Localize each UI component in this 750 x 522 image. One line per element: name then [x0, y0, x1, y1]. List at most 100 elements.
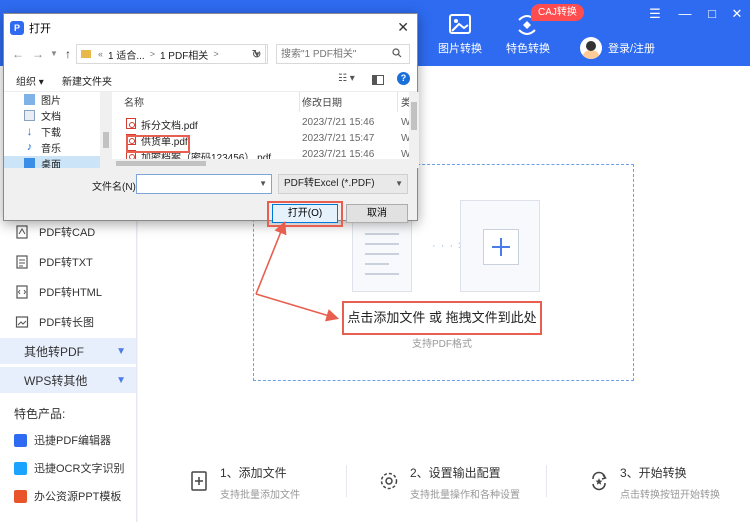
filename-input[interactable]: ▼	[136, 174, 272, 194]
folder-icon	[81, 50, 91, 58]
tree-item-label: 图片	[41, 96, 61, 107]
image-icon	[15, 316, 29, 328]
step-title: 1、添加文件	[220, 466, 287, 480]
tree-item-downloads[interactable]: ↓ 下载	[24, 124, 62, 139]
pdf-file-icon	[126, 118, 136, 129]
cancel-button[interactable]: 取消	[346, 204, 408, 223]
sidebar-group-wps-to-other[interactable]: WPS转其他 ▼	[0, 367, 136, 393]
sidebar-item-pdf-to-html[interactable]: PDF转HTML	[15, 284, 102, 300]
step-sub: 支持批量添加文件	[220, 490, 300, 501]
tree-item-desktop[interactable]: 桌面	[4, 156, 100, 168]
breadcrumb-separator-icon: >	[149, 49, 155, 59]
help-icon[interactable]: ?	[397, 72, 410, 85]
step-divider	[546, 465, 547, 497]
add-file-icon	[191, 471, 207, 491]
selected-file-highlight	[126, 135, 190, 153]
gear-icon	[380, 472, 398, 490]
tree-item-label: 下载	[41, 128, 61, 139]
ppt-icon	[14, 489, 27, 503]
organize-menu[interactable]: 组织 ▾	[16, 73, 44, 88]
chevron-down-icon[interactable]: ▼	[259, 179, 267, 188]
sidebar-item-pdf-to-txt[interactable]: PDF转TXT	[15, 254, 93, 270]
open-button[interactable]: 打开(O)	[272, 204, 338, 223]
file-list-scrollbar[interactable]	[409, 92, 419, 168]
minimize-icon[interactable]: —	[676, 6, 694, 21]
sidebar-item-label: PDF转HTML	[39, 287, 102, 299]
preview-pane-icon[interactable]	[372, 75, 384, 85]
breadcrumb-item[interactable]: 1 PDF相关	[160, 47, 208, 62]
back-arrow-icon[interactable]: ←	[10, 46, 26, 62]
step-sub: 点击转换按钮开始转换	[620, 490, 720, 501]
chevron-down-icon: ▼	[116, 345, 126, 357]
tree-item-label: 桌面	[41, 160, 61, 168]
step-add-file: 1、添加文件 支持批量添加文件	[188, 464, 300, 501]
dialog-titlebar[interactable]: P 打开 ✕	[4, 14, 417, 42]
dialog-nav-bar: ← → ▼ ↑ « 1 适合... > 1 PDF相关 > ▼ ↻	[4, 42, 417, 68]
documents-icon	[24, 110, 35, 121]
sidebar-item-pdf-to-cad[interactable]: PDF转CAD	[15, 224, 95, 240]
drop-sub-hint: 支持PDF格式	[412, 339, 472, 350]
step-title: 3、开始转换	[620, 466, 687, 480]
pdf-editor-icon	[14, 433, 27, 447]
chevron-down-icon: ▼	[395, 179, 403, 188]
nav-label-special-convert[interactable]: 特色转换	[488, 40, 568, 56]
special-item-ocr[interactable]: 迅捷OCR文字识别	[14, 460, 124, 476]
sidebar-group-other-to-pdf[interactable]: 其他转PDF ▼	[0, 338, 136, 364]
special-products-title: 特色产品:	[14, 407, 66, 421]
special-item-ppt-template[interactable]: 办公资源PPT模板	[14, 488, 121, 504]
step-divider	[346, 465, 347, 497]
tree-item-label: 文档	[41, 112, 61, 123]
login-button[interactable]: 登录/注册	[580, 37, 655, 59]
image-convert-icon[interactable]	[443, 8, 477, 42]
new-folder-button[interactable]: 新建文件夹	[62, 73, 112, 88]
ocr-icon	[14, 461, 27, 475]
tree-item-label: 音乐	[41, 144, 61, 155]
add-file-card[interactable]	[460, 200, 540, 292]
column-header-name[interactable]: 名称	[124, 94, 144, 109]
tree-item-pictures[interactable]: 图片	[24, 92, 61, 107]
address-bar[interactable]: « 1 适合... > 1 PDF相关 > ▼	[76, 44, 266, 64]
breadcrumb-item[interactable]: 1 适合...	[108, 47, 145, 62]
folder-tree: 图片 文档 ↓ 下载 ♪ 音乐 桌面	[4, 92, 112, 168]
maximize-icon[interactable]: □	[703, 6, 721, 21]
special-item-label: 迅捷OCR文字识别	[34, 463, 125, 475]
up-arrow-icon[interactable]: ↑	[60, 46, 76, 62]
sidebar-group-label: 其他转PDF	[24, 344, 85, 359]
tree-item-documents[interactable]: 文档	[24, 108, 61, 123]
sidebar-item-label: PDF转TXT	[39, 257, 93, 269]
dialog-close-icon[interactable]: ✕	[397, 19, 409, 36]
convert-icon	[592, 471, 607, 491]
search-input[interactable]	[276, 44, 410, 64]
filetype-value: PDF转Excel (*.PDF)	[284, 178, 375, 189]
login-label: 登录/注册	[608, 43, 656, 55]
special-item-label: 办公资源PPT模板	[34, 491, 122, 503]
menu-icon[interactable]: ☰	[646, 6, 664, 22]
file-list-hscrollbar[interactable]	[112, 159, 409, 168]
document-icon	[352, 218, 412, 292]
drop-hint[interactable]: 点击添加文件 或 拖拽文件到此处	[342, 301, 542, 335]
plus-icon	[483, 229, 519, 265]
filename-label: 文件名(N):	[92, 182, 139, 193]
view-options-icon[interactable]: ☷ ▾	[338, 73, 355, 84]
file-date: 2023/7/21 15:47	[302, 133, 375, 144]
special-item-pdf-editor[interactable]: 迅捷PDF编辑器	[14, 432, 111, 448]
caj-badge[interactable]: CAJ转换	[531, 4, 584, 21]
breadcrumb-separator-icon: >	[213, 49, 219, 59]
sidebar-item-label: PDF转长图	[39, 317, 94, 329]
filetype-select[interactable]: PDF转Excel (*.PDF) ▼	[278, 174, 408, 194]
tree-scrollbar[interactable]	[100, 92, 112, 168]
column-divider	[299, 92, 300, 112]
close-icon[interactable]: ✕	[728, 6, 746, 22]
file-row[interactable]: 拆分文档.pdf 2023/7/21 15:46 W	[112, 116, 412, 132]
tree-item-music[interactable]: ♪ 音乐	[24, 140, 61, 156]
download-icon: ↓	[26, 124, 33, 138]
dialog-bottom-bar: 文件名(N): ▼ PDF转Excel (*.PDF) ▼ 打开(O) 取消	[4, 168, 417, 227]
desktop-icon	[24, 158, 35, 168]
chevron-down-icon: ▼	[116, 374, 126, 386]
refresh-icon[interactable]: ↻	[246, 44, 268, 64]
column-header-date[interactable]: 修改日期	[302, 94, 342, 109]
sidebar-item-pdf-to-long-image[interactable]: PDF转长图	[15, 314, 94, 330]
forward-arrow-icon[interactable]: →	[30, 46, 46, 62]
breadcrumb-separator-icon: «	[98, 49, 104, 59]
step-title: 2、设置输出配置	[410, 466, 501, 480]
